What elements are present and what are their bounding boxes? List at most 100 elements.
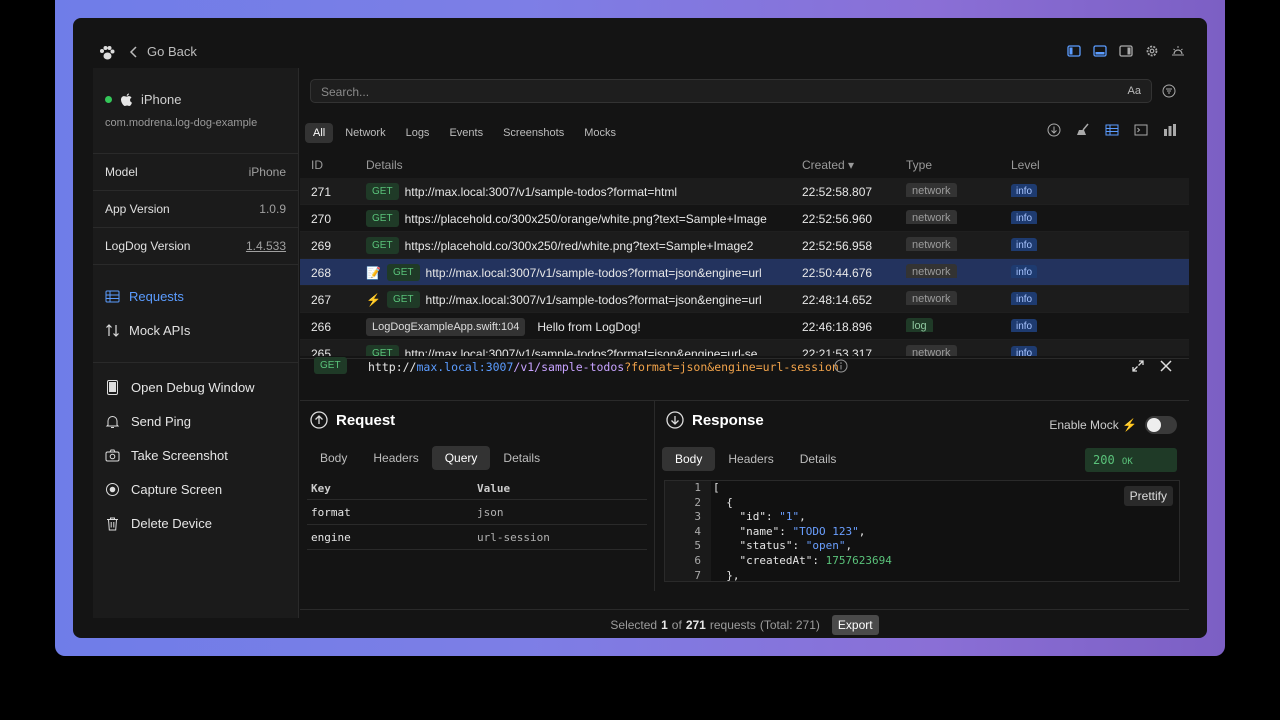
open-debug-window-button[interactable]: Open Debug Window bbox=[93, 370, 298, 404]
sidebar-nav: Requests Mock APIs bbox=[93, 265, 298, 363]
request-tab-details[interactable]: Details bbox=[490, 446, 553, 470]
table-row[interactable]: 265 GET http://max.local:3007/v1/sample-t… bbox=[300, 340, 1189, 356]
query-key: engine bbox=[311, 530, 351, 544]
edited-note-icon: 📝 bbox=[366, 265, 381, 280]
action-label: Send Ping bbox=[131, 413, 191, 429]
go-back-button[interactable]: Go Back bbox=[129, 44, 197, 59]
level-badge: info bbox=[1011, 238, 1038, 251]
tab-mocks[interactable]: Mocks bbox=[576, 123, 624, 143]
close-icon[interactable] bbox=[1159, 359, 1173, 373]
request-tab-headers[interactable]: Headers bbox=[360, 446, 431, 470]
detail-method-badge: GET bbox=[314, 357, 347, 374]
tab-network[interactable]: Network bbox=[337, 123, 393, 143]
device-actions: Open Debug Window Send Ping Take Screens… bbox=[93, 363, 298, 540]
info-app-version: App Version 1.0.9 bbox=[93, 191, 298, 228]
response-tab-headers[interactable]: Headers bbox=[715, 447, 786, 471]
query-row: format json bbox=[307, 500, 647, 525]
tab-events[interactable]: Events bbox=[441, 123, 491, 143]
row-id: 268 bbox=[311, 266, 332, 280]
capture-screen-button[interactable]: Capture Screen bbox=[93, 472, 298, 506]
row-created: 22:52:58.807 bbox=[802, 185, 873, 199]
chevron-left-icon bbox=[129, 45, 137, 58]
bell-icon bbox=[105, 415, 120, 428]
type-badge: network bbox=[906, 345, 957, 356]
level-badge: info bbox=[1011, 319, 1038, 332]
column-header-created[interactable]: Created ▾ bbox=[802, 158, 854, 172]
paw-logo-icon bbox=[100, 46, 115, 60]
column-header-type[interactable]: Type bbox=[906, 158, 932, 172]
table-row[interactable]: 271 GET http://max.local:3007/v1/sample-t… bbox=[300, 178, 1189, 205]
row-url: http://max.local:3007/v1/sample-todos?fo… bbox=[404, 346, 758, 357]
expand-icon[interactable] bbox=[1131, 359, 1145, 373]
online-status-dot bbox=[105, 96, 112, 103]
tab-all[interactable]: All bbox=[305, 123, 334, 143]
match-case-toggle[interactable]: Aa bbox=[1128, 85, 1141, 97]
app-window: Go Back iPhone com.modrena.log-dog-examp… bbox=[73, 18, 1207, 638]
tab-screenshots[interactable]: Screenshots bbox=[495, 123, 572, 143]
arrows-up-down-icon bbox=[106, 323, 119, 337]
logdog-version-link[interactable]: 1.4.533 bbox=[246, 239, 286, 253]
response-tabs: Body Headers Details bbox=[662, 447, 849, 471]
table-row[interactable]: 266 LogDogExampleApp.swift:104 Hello from… bbox=[300, 313, 1189, 340]
sidebar-item-requests[interactable]: Requests bbox=[93, 279, 298, 313]
prettify-button[interactable]: Prettify bbox=[1123, 486, 1173, 506]
info-model: Model iPhone bbox=[93, 154, 298, 191]
device-card: iPhone com.modrena.log-dog-example bbox=[93, 68, 298, 154]
method-badge: GET bbox=[366, 237, 399, 254]
filter-icon[interactable] bbox=[1162, 84, 1176, 98]
info-value: iPhone bbox=[248, 165, 286, 179]
row-url: https://placehold.co/300x250/orange/whit… bbox=[404, 211, 767, 226]
row-created: 22:52:56.958 bbox=[802, 239, 873, 253]
table-row[interactable]: 270 GET https://placehold.co/300x250/oran… bbox=[300, 205, 1189, 232]
enable-mock-label: Enable Mock ⚡ bbox=[1049, 418, 1137, 432]
theme-sun-icon[interactable] bbox=[1171, 44, 1185, 58]
info-key: LogDog Version bbox=[105, 239, 191, 253]
table-row[interactable]: 267 ⚡ GET http://max.local:3007/v1/sample-… bbox=[300, 286, 1189, 313]
take-screenshot-button[interactable]: Take Screenshot bbox=[93, 438, 298, 472]
level-badge: info bbox=[1011, 265, 1038, 278]
bottom-panel-toggle-icon[interactable] bbox=[1093, 44, 1107, 58]
table-row-selected[interactable]: 268 📝 GET http://max.local:3007/v1/sample-… bbox=[300, 259, 1189, 286]
row-created: 22:48:14.652 bbox=[802, 293, 873, 307]
enable-mock-toggle[interactable] bbox=[1145, 416, 1177, 434]
column-header-level[interactable]: Level bbox=[1011, 158, 1040, 172]
response-body-editor[interactable]: 1[ 2 { 3 "id": "1", 4 "name": "TODO 123"… bbox=[664, 480, 1180, 582]
action-label: Capture Screen bbox=[131, 481, 223, 497]
chart-view-icon[interactable] bbox=[1163, 123, 1177, 137]
delete-device-button[interactable]: Delete Device bbox=[93, 506, 298, 540]
requests-table: 271 GET http://max.local:3007/v1/sample-t… bbox=[300, 178, 1189, 356]
scroll-down-icon[interactable] bbox=[1047, 123, 1061, 137]
sidebar-item-label: Mock APIs bbox=[129, 322, 191, 338]
method-badge: GET bbox=[366, 210, 399, 227]
clear-broom-icon[interactable] bbox=[1076, 123, 1090, 137]
request-tab-query[interactable]: Query bbox=[431, 446, 491, 470]
query-value-header: Value bbox=[477, 482, 511, 495]
status-code: 200 bbox=[1093, 453, 1115, 467]
info-icon[interactable] bbox=[834, 359, 848, 373]
info-value: 1.0.9 bbox=[259, 202, 286, 216]
table-row[interactable]: 269 GET https://placehold.co/300x250/red/… bbox=[300, 232, 1189, 259]
detail-url[interactable]: http://max.local:3007/v1/sample-todos?fo… bbox=[368, 360, 839, 374]
query-table: Key Value format json engine url-session bbox=[307, 478, 647, 550]
response-tab-details[interactable]: Details bbox=[787, 447, 850, 471]
response-tab-body[interactable]: Body bbox=[662, 447, 716, 471]
trash-icon bbox=[107, 517, 118, 530]
sidebar-item-mock-apis[interactable]: Mock APIs bbox=[93, 313, 298, 347]
console-view-icon[interactable] bbox=[1134, 123, 1148, 137]
type-badge: log bbox=[906, 318, 933, 332]
column-header-id[interactable]: ID bbox=[311, 158, 323, 172]
right-panel-toggle-icon[interactable] bbox=[1119, 44, 1133, 58]
tab-logs[interactable]: Logs bbox=[398, 123, 438, 143]
column-header-details[interactable]: Details bbox=[366, 158, 403, 172]
level-badge: info bbox=[1011, 292, 1038, 305]
row-created: 22:21:53.317 bbox=[802, 347, 873, 356]
request-tab-body[interactable]: Body bbox=[307, 446, 360, 470]
row-created: 22:46:18.896 bbox=[802, 320, 873, 334]
table-view-icon[interactable] bbox=[1105, 123, 1119, 137]
type-badge: network bbox=[906, 183, 957, 197]
export-button[interactable]: Export bbox=[831, 614, 879, 635]
send-ping-button[interactable]: Send Ping bbox=[93, 404, 298, 438]
sidebar-toggle-icon[interactable] bbox=[1067, 44, 1081, 58]
search-input[interactable]: Search... Aa bbox=[310, 79, 1152, 103]
gear-icon[interactable] bbox=[1145, 44, 1159, 58]
